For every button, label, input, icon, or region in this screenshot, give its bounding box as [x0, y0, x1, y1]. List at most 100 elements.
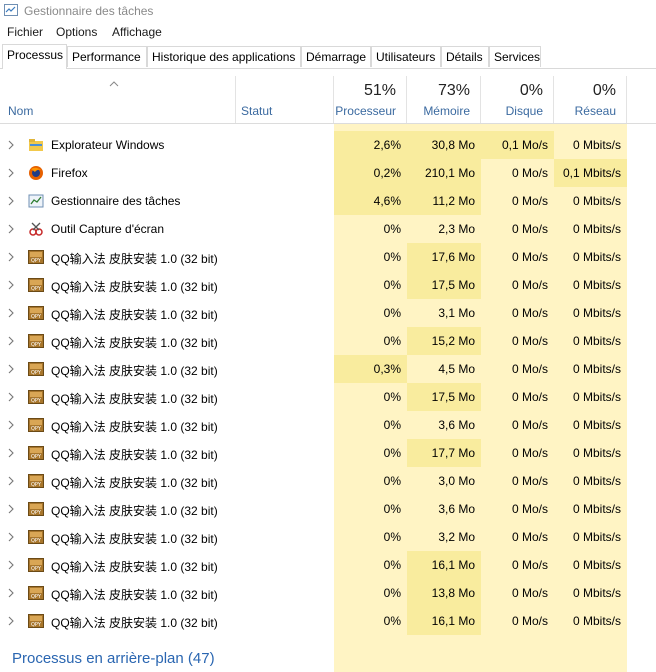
chevron-right-icon[interactable]: [8, 448, 14, 458]
table-row[interactable]: Firefox 0,2% 210,1 Mo 0 Mo/s 0,1 Mbits/s: [0, 159, 656, 187]
net-cell: 0 Mbits/s: [572, 586, 621, 600]
disk-cell: 0 Mo/s: [511, 222, 548, 236]
table-row[interactable]: QPY QQ输入法 皮肤安装 1.0 (32 bit) 0% 16,1 Mo 0 Mo/…: [0, 551, 656, 579]
chevron-right-icon[interactable]: [8, 588, 14, 598]
svg-text:QPY: QPY: [31, 510, 42, 516]
net-cell: 0 Mbits/s: [572, 418, 621, 432]
tab-utilisateurs[interactable]: Utilisateurs: [371, 46, 441, 67]
table-row[interactable]: QPY QQ输入法 皮肤安装 1.0 (32 bit) 0% 3,6 Mo 0 Mo/s…: [0, 411, 656, 439]
tab-performance[interactable]: Performance: [67, 46, 147, 67]
chevron-right-icon[interactable]: [8, 392, 14, 402]
svg-text:QPY: QPY: [31, 538, 42, 544]
process-name: QQ输入法 皮肤安装 1.0 (32 bit): [51, 280, 218, 294]
table-row[interactable]: QPY QQ输入法 皮肤安装 1.0 (32 bit) 0% 17,5 Mo 0 Mo/…: [0, 271, 656, 299]
net-cell: 0 Mbits/s: [572, 138, 621, 152]
chevron-right-icon[interactable]: [8, 420, 14, 430]
chevron-right-icon[interactable]: [8, 252, 14, 262]
qq-icon: QPY: [28, 305, 44, 321]
svg-text:QPY: QPY: [31, 622, 42, 628]
table-row[interactable]: Outil Capture d'écran 0% 2,3 Mo 0 Mo/s 0 Mbi…: [0, 215, 656, 243]
chevron-right-icon[interactable]: [8, 308, 14, 318]
column-header-mem[interactable]: 73% Mémoire: [407, 76, 481, 124]
table-row[interactable]: QPY QQ输入法 皮肤安装 1.0 (32 bit) 0% 17,7 Mo 0 Mo/…: [0, 439, 656, 467]
net-cell: 0 Mbits/s: [572, 334, 621, 348]
table-row[interactable]: Gestionnaire des tâches 4,6% 11,2 Mo 0 Mo/s…: [0, 187, 656, 215]
tab-demarrage[interactable]: Démarrage: [301, 46, 371, 67]
qq-icon: QPY: [28, 361, 44, 377]
process-name: QQ输入法 皮肤安装 1.0 (32 bit): [51, 504, 218, 518]
mem-cell: 15,2 Mo: [407, 327, 481, 355]
cpu-label: Processeur: [335, 104, 396, 118]
cpu-cell: 0%: [383, 334, 401, 348]
menu-options[interactable]: Options: [56, 25, 97, 39]
table-row[interactable]: QPY QQ输入法 皮肤安装 1.0 (32 bit) 0% 16,1 Mo 0 Mo/…: [0, 607, 656, 635]
table-row[interactable]: QPY QQ输入法 皮肤安装 1.0 (32 bit) 0% 17,6 Mo 0 Mo/…: [0, 243, 656, 271]
chevron-right-icon[interactable]: [8, 532, 14, 542]
mem-cell: 16,1 Mo: [407, 607, 481, 635]
table-row[interactable]: QPY QQ输入法 皮肤安装 1.0 (32 bit) 0% 3,1 Mo 0 Mo/s…: [0, 299, 656, 327]
net-cell: 0 Mbits/s: [572, 362, 621, 376]
table-row[interactable]: QPY QQ输入法 皮肤安装 1.0 (32 bit) 0% 3,0 Mo 0 Mo/s…: [0, 467, 656, 495]
cpu-cell: 4,6%: [334, 187, 407, 215]
cpu-cell: 0,2%: [334, 159, 407, 187]
chevron-right-icon[interactable]: [8, 560, 14, 570]
chevron-right-icon[interactable]: [8, 476, 14, 486]
net-label: Réseau: [574, 104, 616, 118]
table-row[interactable]: QPY QQ输入法 皮肤安装 1.0 (32 bit) 0,3% 4,5 Mo 0 Mo…: [0, 355, 656, 383]
net-cell: 0 Mbits/s: [572, 250, 621, 264]
disk-cell: 0 Mo/s: [511, 194, 548, 208]
table-row[interactable]: QPY QQ输入法 皮肤安装 1.0 (32 bit) 0% 3,2 Mo 0 Mo/s…: [0, 523, 656, 551]
menu-affichage[interactable]: Affichage: [112, 25, 162, 39]
net-cell: 0,1 Mbits/s: [554, 159, 627, 187]
cpu-cell: 0%: [383, 418, 401, 432]
qq-icon: QPY: [28, 277, 44, 293]
task-manager-icon: [28, 193, 44, 209]
table-row[interactable]: Explorateur Windows 2,6% 30,8 Mo 0,1 Mo/s 0 …: [0, 131, 656, 159]
tab-details[interactable]: Détails: [441, 46, 489, 67]
tab-services[interactable]: Services: [489, 46, 541, 67]
tab-historique[interactable]: Historique des applications: [147, 46, 301, 67]
chevron-right-icon[interactable]: [8, 168, 14, 178]
net-cell: 0 Mbits/s: [572, 474, 621, 488]
chevron-right-icon[interactable]: [8, 280, 14, 290]
table-row[interactable]: QPY QQ输入法 皮肤安装 1.0 (32 bit) 0% 13,8 Mo 0 Mo/…: [0, 579, 656, 607]
chevron-right-icon[interactable]: [8, 504, 14, 514]
net-cell: 0 Mbits/s: [572, 558, 621, 572]
disk-cell: 0 Mo/s: [511, 250, 548, 264]
tab-processus[interactable]: Processus: [2, 44, 67, 69]
process-name: QQ输入法 皮肤安装 1.0 (32 bit): [51, 532, 218, 546]
menu-fichier[interactable]: Fichier: [7, 25, 43, 39]
disk-cell: 0 Mo/s: [511, 614, 548, 628]
net-cell: 0 Mbits/s: [572, 530, 621, 544]
chevron-right-icon[interactable]: [8, 140, 14, 150]
cpu-cell: 0%: [383, 250, 401, 264]
disk-cell: 0 Mo/s: [511, 306, 548, 320]
qq-icon: QPY: [28, 529, 44, 545]
column-header-status[interactable]: Statut: [236, 76, 334, 124]
chevron-right-icon[interactable]: [8, 196, 14, 206]
cpu-cell: 0%: [383, 614, 401, 628]
mem-cell: 30,8 Mo: [407, 131, 481, 159]
table-row[interactable]: QPY QQ输入法 皮肤安装 1.0 (32 bit) 0% 3,6 Mo 0 Mo/s…: [0, 495, 656, 523]
column-header-cpu[interactable]: 51% Processeur: [334, 76, 407, 124]
table-row[interactable]: QPY QQ输入法 皮肤安装 1.0 (32 bit) 0% 15,2 Mo 0 Mo/…: [0, 327, 656, 355]
column-header-name[interactable]: Nom: [0, 76, 236, 124]
cpu-cell: 0%: [383, 586, 401, 600]
column-header-disk[interactable]: 0% Disque: [481, 76, 554, 124]
column-header-net[interactable]: 0% Réseau: [554, 76, 627, 124]
disk-cell: 0 Mo/s: [511, 558, 548, 572]
svg-text:QPY: QPY: [31, 482, 42, 488]
disk-cell: 0 Mo/s: [511, 166, 548, 180]
chevron-right-icon[interactable]: [8, 616, 14, 626]
process-name: QQ输入法 皮肤安装 1.0 (32 bit): [51, 588, 218, 602]
cpu-cell: 0%: [383, 446, 401, 460]
column-status-label: Statut: [241, 104, 273, 118]
mem-cell: 2,3 Mo: [438, 222, 475, 236]
qq-icon: QPY: [28, 417, 44, 433]
table-row[interactable]: QPY QQ输入法 皮肤安装 1.0 (32 bit) 0% 17,5 Mo 0 Mo/…: [0, 383, 656, 411]
chevron-right-icon[interactable]: [8, 224, 14, 234]
chevron-right-icon[interactable]: [8, 336, 14, 346]
chevron-right-icon[interactable]: [8, 364, 14, 374]
background-processes-group[interactable]: Processus en arrière-plan (47): [12, 650, 215, 667]
process-name: QQ输入法 皮肤安装 1.0 (32 bit): [51, 392, 218, 406]
